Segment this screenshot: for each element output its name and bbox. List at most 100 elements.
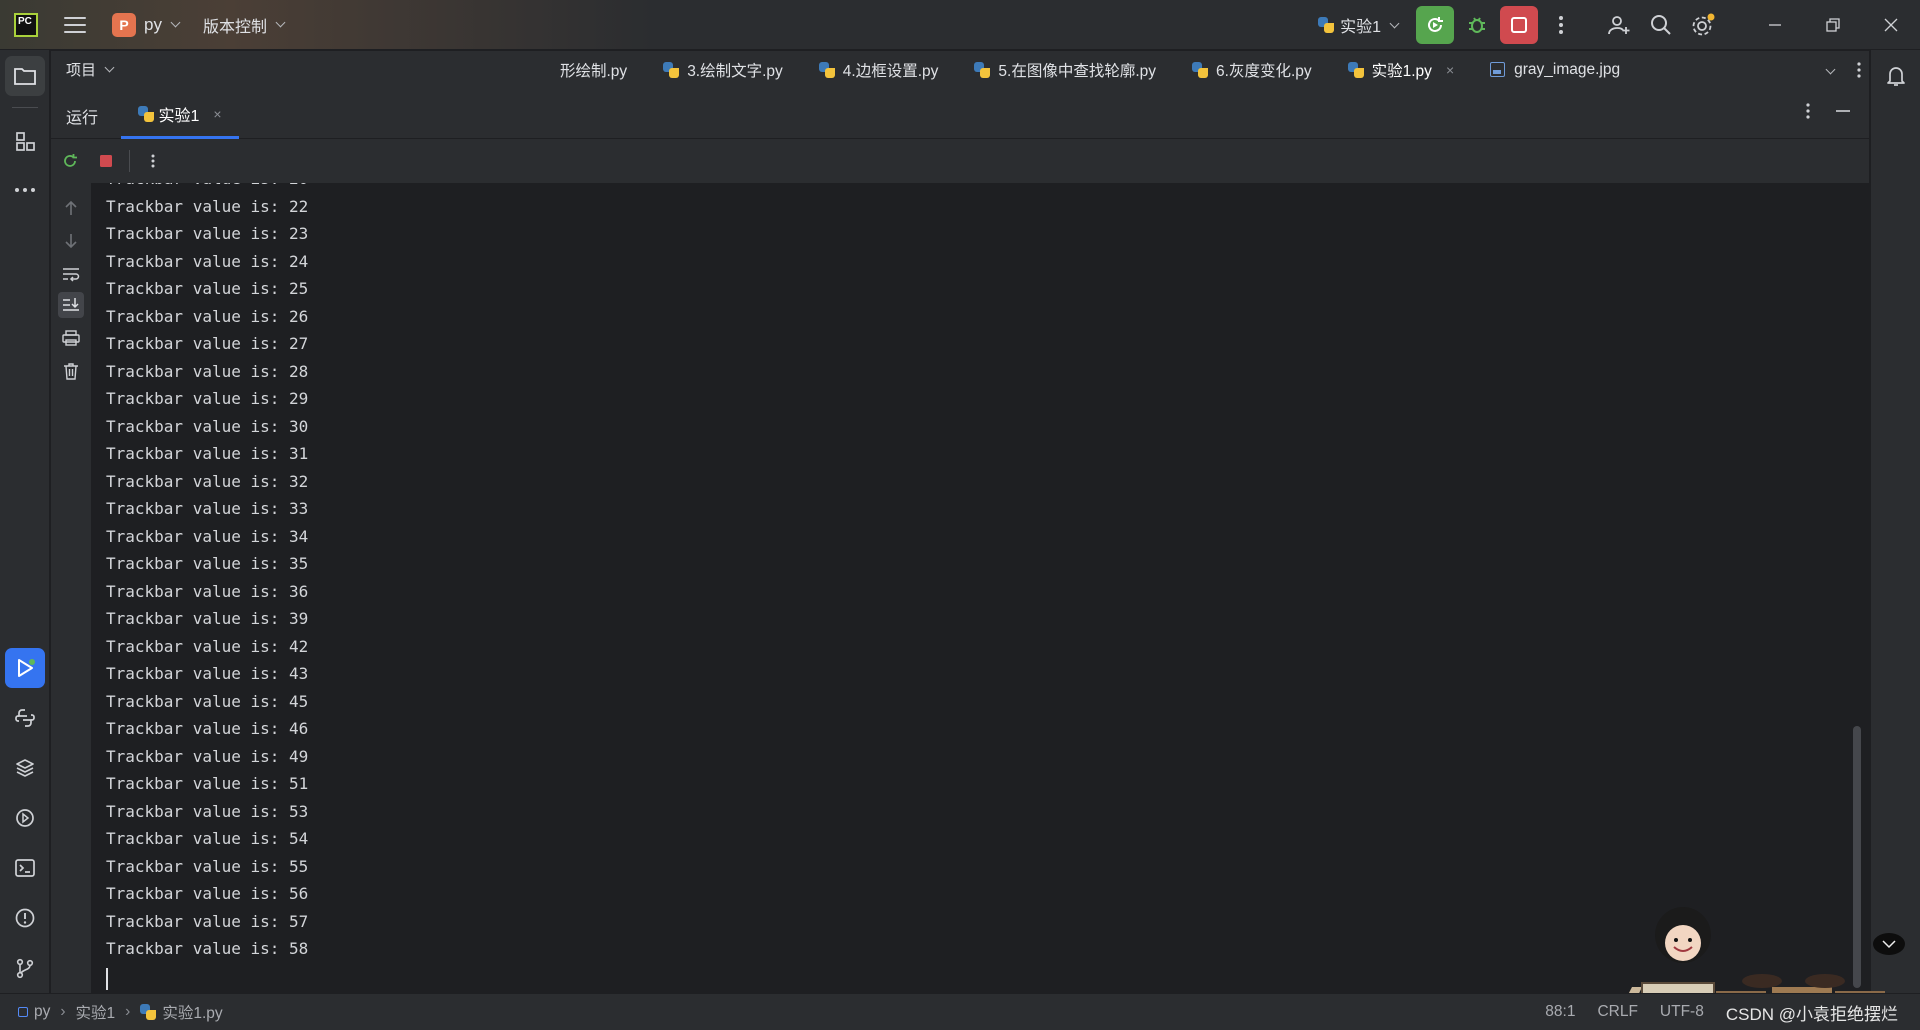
more-icon <box>1559 16 1563 34</box>
close-tab-icon[interactable]: × <box>1446 62 1454 78</box>
code-with-me-button[interactable] <box>1600 6 1638 44</box>
folder-icon <box>14 68 36 85</box>
text-caret <box>106 968 108 990</box>
caret-position[interactable]: 88:1 <box>1545 1003 1575 1021</box>
console-line: Trackbar value is: 34 <box>106 526 309 546</box>
debug-button[interactable] <box>1458 6 1496 44</box>
run-configuration-selector[interactable]: 实验1 <box>1318 13 1400 37</box>
more-actions-button[interactable] <box>1542 6 1580 44</box>
editor-tab[interactable]: 3.绘制文字.py <box>645 51 801 88</box>
console-line: Trackbar value is: 30 <box>106 416 309 436</box>
search-icon <box>1651 15 1671 35</box>
tab-label: 5.在图像中查找轮廓.py <box>998 62 1157 80</box>
main-menu-button[interactable] <box>64 16 86 33</box>
editor-tab[interactable]: 5.在图像中查找轮廓.py <box>956 51 1174 88</box>
notifications-button[interactable] <box>1876 56 1916 96</box>
problems-icon <box>15 908 35 928</box>
previous-occurrence-button[interactable] <box>58 195 84 221</box>
minimize-button[interactable] <box>1746 0 1804 50</box>
minimize-icon <box>1769 24 1781 26</box>
hide-panel-icon[interactable] <box>1835 103 1851 119</box>
breadcrumb-item[interactable]: py <box>34 1003 50 1021</box>
rerun-icon <box>1428 17 1443 32</box>
more-tools-button[interactable] <box>5 170 45 210</box>
console-line: Trackbar value is: 43 <box>106 664 309 683</box>
project-tool-button[interactable] <box>5 56 45 96</box>
editor-tab[interactable]: gray_image.jpg <box>1472 51 1638 88</box>
soft-wrap-button[interactable] <box>58 261 84 287</box>
project-panel-header[interactable]: 项目 <box>51 51 556 88</box>
breadcrumb-item[interactable]: 实验1.py <box>162 1001 222 1023</box>
structure-icon <box>16 132 35 151</box>
trash-icon <box>64 363 78 380</box>
restore-button[interactable] <box>1804 0 1862 50</box>
editor-tab[interactable]: 4.边框设置.py <box>801 51 957 88</box>
run-toolbar <box>51 139 1869 183</box>
version-control-button[interactable] <box>5 948 45 988</box>
print-button[interactable] <box>58 325 84 351</box>
project-switcher[interactable]: P py <box>112 12 181 37</box>
console-line: Trackbar value is: 25 <box>106 279 309 298</box>
console-line: Trackbar value is: 35 <box>106 554 309 573</box>
python-file-icon <box>818 61 835 78</box>
tabs-more-icon[interactable] <box>1856 61 1862 79</box>
tab-label: 3.绘制文字.py <box>687 62 783 80</box>
right-tool-strip <box>1870 50 1920 993</box>
file-encoding[interactable]: UTF-8 <box>1660 1003 1704 1021</box>
problems-button[interactable] <box>5 898 45 938</box>
console-line: Trackbar value is: 27 <box>106 334 309 353</box>
breadcrumb-item[interactable]: 实验1 <box>76 1001 116 1023</box>
breadcrumb[interactable]: py › 实验1 › 实验1.py <box>0 1001 223 1023</box>
python-file-icon <box>140 1004 157 1020</box>
restore-icon <box>1826 18 1840 32</box>
print-icon <box>62 330 80 346</box>
python-packages-button[interactable] <box>5 748 45 788</box>
console-output[interactable]: Trackbar value is: 20 Trackbar value is: … <box>91 183 1869 993</box>
vcs-label: 版本控制 <box>202 18 267 36</box>
close-window-button[interactable] <box>1862 0 1920 50</box>
tabs-dropdown-icon[interactable] <box>1825 64 1836 75</box>
console-line: Trackbar value is: 51 <box>106 774 309 793</box>
line-ending[interactable]: CRLF <box>1597 1003 1637 1021</box>
editor-tab-active[interactable]: 实验1.py × <box>1330 51 1473 88</box>
module-icon <box>18 1007 28 1017</box>
run-tool-button[interactable] <box>5 648 45 688</box>
terminal-button[interactable] <box>5 848 45 888</box>
editor-tab[interactable]: 6.灰度变化.py <box>1174 51 1330 88</box>
stop-process-button[interactable] <box>93 148 119 174</box>
structure-tool-button[interactable] <box>5 121 45 161</box>
console-line: Trackbar value is: 55 <box>106 856 309 876</box>
run-panel-more-icon[interactable] <box>1805 102 1811 120</box>
console-line: Trackbar value is: 54 <box>106 829 309 848</box>
vcs-menu[interactable]: 版本控制 <box>202 13 286 37</box>
python-console-icon <box>15 709 35 727</box>
settings-button[interactable] <box>1684 6 1722 44</box>
next-occurrence-button[interactable] <box>58 228 84 254</box>
editor-tab[interactable]: 形绘制.py <box>556 51 645 88</box>
run-toolbar-more-button[interactable] <box>140 148 166 174</box>
scroll-to-end-button[interactable] <box>58 292 84 318</box>
console-line: Trackbar value is: 39 <box>106 609 309 628</box>
tabs-actions <box>1825 51 1862 88</box>
run-panel-label: 运行 <box>66 110 99 127</box>
console-line: Trackbar value is: 31 <box>106 444 309 463</box>
down-arrow-icon <box>65 234 77 249</box>
status-bar: py › 实验1 › 实验1.py 88:1 CRLF UTF-8 CSDN @… <box>0 993 1920 1030</box>
rerun-button[interactable] <box>1416 6 1454 44</box>
console-line: Trackbar value is: 26 <box>106 306 309 326</box>
rerun-button[interactable] <box>57 148 83 174</box>
terminal-icon <box>15 859 35 877</box>
chevron-down-icon <box>170 17 181 28</box>
search-button[interactable] <box>1642 6 1680 44</box>
close-tab-icon[interactable]: × <box>213 106 221 122</box>
stop-button[interactable] <box>1500 6 1538 44</box>
console-line: Trackbar value is: 29 <box>106 389 309 408</box>
services-button[interactable] <box>5 798 45 838</box>
run-tab[interactable]: 实验1 × <box>121 88 239 139</box>
tab-label: 形绘制.py <box>560 62 628 80</box>
python-icon <box>138 105 155 122</box>
python-console-button[interactable] <box>5 698 45 738</box>
clear-all-button[interactable] <box>58 358 84 384</box>
breadcrumb-separator-icon: › <box>125 1003 131 1020</box>
soft-wrap-icon <box>63 268 80 282</box>
